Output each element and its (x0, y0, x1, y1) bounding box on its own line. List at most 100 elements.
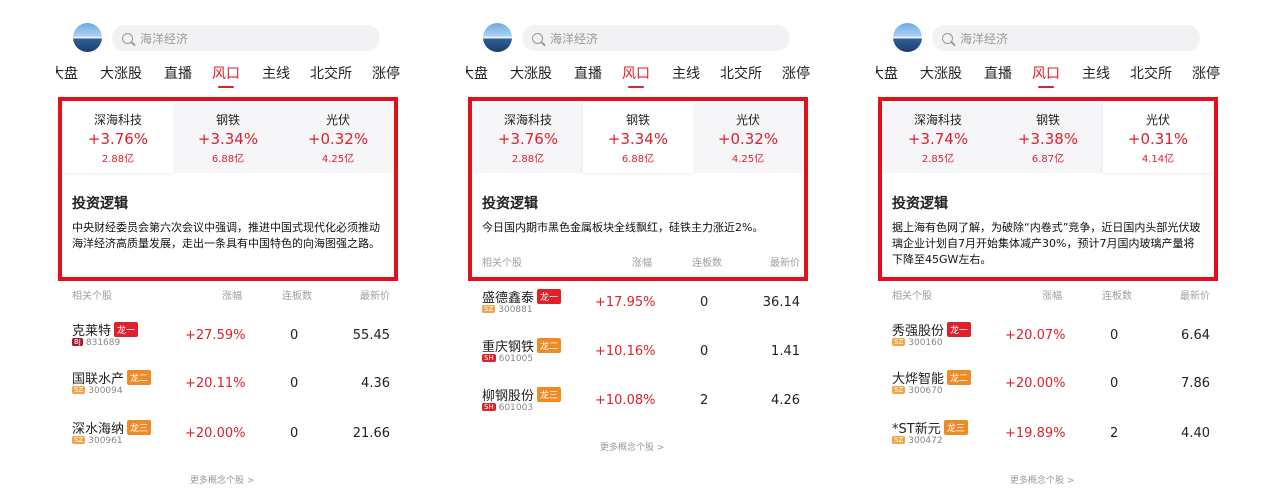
table-row[interactable]: 克莱特 龙一 BJ 831689 +27.59% 0 55.45 (72, 320, 390, 354)
header-streak: 连板数 (692, 258, 722, 269)
stock-streak: 0 (290, 328, 299, 343)
table-row[interactable]: 盛德鑫泰 龙一 SZ 300881 +17.95% 0 36.14 (482, 287, 800, 321)
stock-price: 7.86 (1181, 376, 1210, 391)
active-tab-indicator (218, 86, 234, 88)
search-input[interactable]: 海洋经济 (960, 30, 1008, 47)
tab-dazhanggu[interactable]: 大涨股 (100, 63, 142, 83)
header-streak: 连板数 (282, 291, 312, 302)
search-input[interactable]: 海洋经济 (140, 30, 188, 47)
stock-change: +20.07% (1005, 328, 1066, 343)
tab-zhibo[interactable]: 直播 (574, 63, 602, 83)
header-change: 涨幅 (632, 258, 652, 269)
stock-change: +20.00% (1005, 376, 1066, 391)
avatar[interactable] (893, 23, 922, 52)
search-bar[interactable]: 海洋经济 (522, 25, 790, 51)
tab-zhangting[interactable]: 涨停 (782, 63, 810, 83)
tab-dapan[interactable]: 大盘 (466, 63, 488, 83)
table-row[interactable]: 大烨智能 龙二 SZ 300670 +20.00% 0 7.86 (892, 368, 1210, 402)
table-row[interactable]: 秀强股份 龙一 SZ 300160 +20.07% 0 6.64 (892, 320, 1210, 354)
stock-name: 克莱特 (72, 324, 112, 339)
search-bar[interactable]: 海洋经济 (932, 25, 1200, 51)
tab-bar: 大盘 大涨股 直播 风口 主线 北交所 涨停 (56, 63, 404, 89)
table-row[interactable]: 国联水产 龙二 SZ 300094 +20.11% 0 4.36 (72, 368, 390, 402)
tab-zhangting[interactable]: 涨停 (372, 63, 400, 83)
header-price: 最新价 (360, 291, 390, 302)
phone-panel-2: 海洋经济 大盘 大涨股 直播 风口 主线 北交所 涨停 深海科技 +3.76% … (466, 0, 814, 503)
table-row[interactable]: 重庆钢铁 龙二 SH 601005 +10.16% 0 1.41 (482, 336, 800, 370)
header-name: 相关个股 (892, 291, 932, 302)
more-stocks-link[interactable]: 更多概念个股 > (190, 473, 254, 486)
table-header: 相关个股 涨幅 连板数 最新价 (892, 287, 1210, 302)
market-badge: SH (482, 354, 496, 362)
stock-change: +27.59% (185, 328, 246, 343)
tab-beijiaosuo[interactable]: 北交所 (720, 63, 762, 83)
stock-name: 深水海纳 (72, 422, 125, 437)
stock-streak: 2 (1110, 426, 1119, 441)
stock-streak: 0 (1110, 376, 1119, 391)
header-name: 相关个股 (482, 258, 522, 269)
tab-dazhanggu[interactable]: 大涨股 (920, 63, 962, 83)
stock-code: 831689 (85, 338, 121, 348)
stock-change: +20.00% (185, 426, 246, 441)
highlight-box (878, 97, 1218, 281)
header-price: 最新价 (770, 258, 800, 269)
table-row[interactable]: 柳钢股份 龙三 SH 601003 +10.08% 2 4.26 (482, 385, 800, 419)
market-badge: SZ (892, 436, 906, 444)
dragon-badge: 龙三 (943, 420, 968, 435)
tab-bar: 大盘 大涨股 直播 风口 主线 北交所 涨停 (876, 63, 1224, 89)
dragon-badge: 龙二 (947, 370, 972, 385)
stock-price: 4.26 (771, 393, 800, 408)
stock-price: 4.40 (1181, 426, 1210, 441)
tab-zhuxian[interactable]: 主线 (262, 63, 290, 83)
tab-zhuxian[interactable]: 主线 (1082, 63, 1110, 83)
stock-name: 秀强股份 (892, 324, 945, 339)
stock-price: 36.14 (762, 295, 800, 310)
dragon-badge: 龙三 (537, 387, 562, 402)
stock-code: 601003 (498, 403, 534, 413)
stock-price: 1.41 (771, 344, 800, 359)
stock-streak: 0 (290, 426, 299, 441)
stock-code: 601005 (498, 354, 534, 364)
stock-change: +19.89% (1005, 426, 1066, 441)
tab-zhangting[interactable]: 涨停 (1192, 63, 1220, 83)
avatar[interactable] (483, 23, 512, 52)
dragon-badge: 龙一 (947, 322, 972, 337)
stock-streak: 0 (700, 344, 709, 359)
search-input[interactable]: 海洋经济 (550, 30, 598, 47)
table-row[interactable]: 深水海纳 龙三 SZ 300961 +20.00% 0 21.66 (72, 418, 390, 452)
stock-name: 大烨智能 (892, 372, 945, 387)
stock-code: 300160 (908, 338, 943, 348)
table-header: 相关个股 涨幅 连板数 最新价 (72, 287, 390, 302)
market-badge: SZ (892, 338, 906, 346)
tab-fengkou[interactable]: 风口 (212, 63, 240, 83)
active-tab-indicator (628, 86, 644, 88)
tab-dapan[interactable]: 大盘 (56, 63, 78, 83)
tab-fengkou[interactable]: 风口 (1032, 63, 1060, 83)
tab-dazhanggu[interactable]: 大涨股 (510, 63, 552, 83)
stock-change: +17.95% (595, 295, 656, 310)
tab-dapan[interactable]: 大盘 (876, 63, 898, 83)
header-name: 相关个股 (72, 291, 112, 302)
active-tab-indicator (1038, 86, 1054, 88)
header-change: 涨幅 (1042, 291, 1062, 302)
avatar[interactable] (73, 23, 102, 52)
tab-fengkou[interactable]: 风口 (622, 63, 650, 83)
phone-panel-3: 海洋经济 大盘 大涨股 直播 风口 主线 北交所 涨停 深海科技 +3.74% … (876, 0, 1224, 503)
more-stocks-link[interactable]: 更多概念个股 > (600, 440, 664, 453)
search-icon (532, 32, 543, 44)
market-badge: SZ (482, 305, 496, 313)
header-price: 最新价 (1180, 291, 1210, 302)
stock-change: +20.11% (185, 376, 246, 391)
market-badge: SZ (72, 386, 86, 394)
stock-streak: 0 (700, 295, 709, 310)
tab-zhibo[interactable]: 直播 (164, 63, 192, 83)
tab-beijiaosuo[interactable]: 北交所 (310, 63, 352, 83)
more-stocks-link[interactable]: 更多概念个股 > (1010, 473, 1074, 486)
tab-zhibo[interactable]: 直播 (984, 63, 1012, 83)
market-badge: SZ (892, 386, 906, 394)
phone-panel-1: 海洋经济 大盘 大涨股 直播 风口 主线 北交所 涨停 深海科技 +3.76% … (56, 0, 404, 503)
tab-zhuxian[interactable]: 主线 (672, 63, 700, 83)
tab-beijiaosuo[interactable]: 北交所 (1130, 63, 1172, 83)
table-row[interactable]: *ST新元 龙三 SZ 300472 +19.89% 2 4.40 (892, 418, 1210, 452)
search-bar[interactable]: 海洋经济 (112, 25, 380, 51)
